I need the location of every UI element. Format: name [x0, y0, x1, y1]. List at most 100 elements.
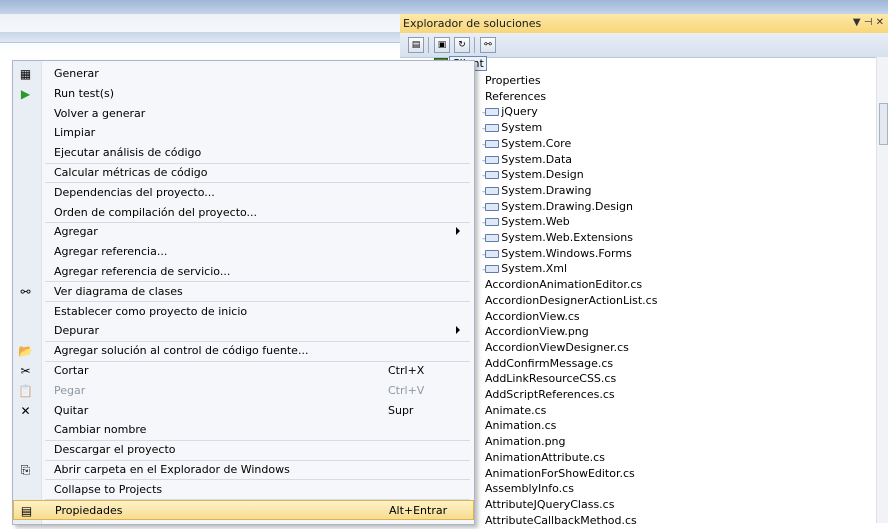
tree-item[interactable]: AssemblyInfo.cs [485, 481, 574, 497]
open-folder-icon: ⎘ [20, 463, 31, 477]
tree-item-label: jQuery [501, 105, 538, 119]
menu-item-pegar[interactable]: 📋 Pegar Ctrl+V [13, 381, 474, 401]
assembly-icon [485, 155, 500, 164]
assembly-icon [485, 265, 500, 274]
menu-item-quitar[interactable]: ✕ Quitar Supr [13, 401, 474, 421]
menu-item-label: Depurar [54, 324, 99, 338]
menu-item-ver-diagrama-de-clases[interactable]: ⚯ Ver diagrama de clases [13, 282, 474, 302]
tree-item-label: System.Xml [501, 262, 568, 276]
class-diagram-toolbar-icon[interactable]: ⚯ [480, 37, 496, 53]
tree-item-label: AttributeCallbackMethod.cs [485, 513, 637, 527]
menu-item-label: Agregar referencia... [54, 245, 168, 259]
tree-item-label: System.Windows.Forms [501, 246, 632, 260]
refresh-icon[interactable]: ↻ [454, 37, 470, 53]
reference-node[interactable]: - System.Drawing [482, 183, 592, 199]
tree-item[interactable]: AccordionView.cs [485, 309, 580, 325]
assembly-icon [485, 108, 500, 117]
tree-item[interactable]: AddLinkResourceCSS.cs [485, 371, 616, 387]
project-context-menu: ▦ Generar ▶ Run test(s) Volver a generar Limp… [12, 60, 475, 525]
editor-tab-strip [0, 32, 400, 43]
tree-item-label: AddConfirmMessage.cs [485, 356, 614, 370]
tree-item[interactable]: References [485, 89, 546, 105]
scrollbar-thumb[interactable] [879, 103, 888, 145]
tree-item-label: System.Data [501, 152, 573, 166]
reference-node[interactable]: - System.Data [482, 152, 572, 168]
class-diagram-icon: ⚯ [20, 284, 31, 299]
tree-item[interactable]: AccordionViewDesigner.cs [485, 340, 629, 356]
tree-vertical-scrollbar[interactable] [876, 57, 888, 523]
reference-node[interactable]: - System.Drawing.Design [482, 199, 633, 215]
menu-item-calcular-metricas-de-codigo[interactable]: Calcular métricas de código [13, 163, 474, 183]
run-test-icon: ▶ [20, 86, 31, 101]
menu-item-abrir-carpeta-en-el-explorador-de-windows[interactable]: ⎘ Abrir carpeta en el Explorador de Windo… [13, 460, 474, 480]
tree-item[interactable]: Animation.png [485, 434, 566, 450]
menu-item-volver-a-generar[interactable]: Volver a generar [13, 104, 474, 124]
menu-item-agregar-solucion-al-control-de-codigo-fuente[interactable]: 📂 Agregar solución al control de código f… [13, 341, 474, 361]
menu-item-run-test-s[interactable]: ▶ Run test(s) [13, 84, 474, 104]
menu-item-agregar-referencia-de-servicio[interactable]: Agregar referencia de servicio... [13, 262, 474, 282]
menu-item-label: Dependencias del proyecto... [54, 185, 215, 199]
reference-node[interactable]: - System.Web [482, 214, 570, 230]
tree-item[interactable]: AddScriptReferences.cs [485, 387, 615, 403]
cut-icon: ✂ [20, 364, 31, 378]
assembly-icon [485, 218, 500, 227]
assembly-icon [485, 171, 500, 180]
menu-item-label: Run test(s) [54, 86, 115, 100]
menu-item-label: Agregar solución al control de código fu… [54, 344, 309, 358]
reference-node[interactable]: - System [482, 120, 542, 136]
menu-item-label: Ejecutar análisis de código [54, 146, 202, 160]
tree-item[interactable]: AnimationForShowEditor.cs [485, 466, 635, 482]
submenu-arrow-icon [456, 326, 460, 335]
reference-node[interactable]: - System.Design [482, 167, 584, 183]
assembly-icon [485, 124, 500, 133]
menu-item-establecer-como-proyecto-de-inicio[interactable]: Establecer como proyecto de inicio [13, 302, 474, 322]
menu-item-orden-de-compilacion-del-proyecto[interactable]: Orden de compilación del proyecto... [13, 203, 474, 223]
menu-item-agregar-referencia[interactable]: Agregar referencia... [13, 242, 474, 262]
tree-item[interactable]: AddConfirmMessage.cs [485, 356, 613, 372]
menu-item-label: Quitar [54, 403, 89, 417]
menu-item-collapse-to-projects[interactable]: Collapse to Projects [13, 480, 474, 500]
reference-node[interactable]: - System.Windows.Forms [482, 246, 632, 262]
tree-item[interactable]: Animation.cs [485, 418, 556, 434]
menu-item-depurar[interactable]: Depurar [13, 321, 474, 341]
reference-node[interactable]: - System.Core [482, 136, 571, 152]
window-controls[interactable]: ▼ ⊣ ✕ [853, 17, 884, 28]
tree-item-label: Animation.png [485, 435, 566, 449]
tree-item[interactable]: Animate.cs [485, 403, 546, 419]
assembly-icon [485, 249, 500, 258]
menu-item-label: Agregar [54, 225, 98, 239]
menu-item-propiedades[interactable]: ▤ Propiedades Alt+Entrar [13, 499, 474, 520]
menu-item-descargar-el-proyecto[interactable]: Descargar el proyecto [13, 440, 474, 460]
tree-item[interactable]: Properties [485, 73, 541, 89]
menu-item-label: Descargar el proyecto [54, 443, 176, 457]
menu-item-label: Cortar [54, 364, 89, 377]
menu-item-label: Cambiar nombre [54, 423, 147, 437]
show-all-files-icon[interactable]: ▣ [434, 37, 450, 53]
tree-item[interactable]: AttributeCallbackMethod.cs [485, 513, 637, 529]
tree-item-label: System.Drawing [501, 183, 592, 197]
menu-item-label: Generar [54, 67, 99, 80]
menu-item-cambiar-nombre[interactable]: Cambiar nombre [13, 420, 474, 440]
tree-item[interactable]: AttributeJQueryClass.cs [485, 497, 614, 513]
reference-node[interactable]: - jQuery [482, 104, 538, 120]
menu-item-ejecutar-analisis-de-codigo[interactable]: Ejecutar análisis de código [13, 143, 474, 163]
menu-item-cortar[interactable]: ✂ Cortar Ctrl+X [13, 361, 474, 381]
menu-item-label: Establecer como proyecto de inicio [54, 304, 248, 318]
menu-item-agregar[interactable]: Agregar [13, 222, 474, 242]
tree-item-label: AssemblyInfo.cs [485, 482, 574, 496]
tree-item[interactable]: AnimationAttribute.cs [485, 450, 605, 466]
reference-node[interactable]: - System.Web.Extensions [482, 230, 633, 246]
tree-item[interactable]: AccordionDesignerActionList.cs [485, 293, 657, 309]
properties-toolbar-icon[interactable]: ▤ [408, 37, 424, 53]
reference-node[interactable]: - System.Xml [482, 261, 567, 277]
assembly-icon [485, 234, 500, 242]
tree-item-label: AccordionView.cs [485, 309, 580, 323]
menu-item-dependencias-del-proyecto[interactable]: Dependencias del proyecto... [13, 183, 474, 203]
delete-icon: ✕ [20, 403, 31, 418]
tree-item-label: System [501, 121, 543, 135]
menu-item-limpiar[interactable]: Limpiar [13, 123, 474, 143]
tree-item[interactable]: AccordionAnimationEditor.cs [485, 277, 642, 293]
tree-item[interactable]: AccordionView.png [485, 324, 589, 340]
menu-item-generar[interactable]: ▦ Generar [13, 64, 474, 84]
paste-icon: 📋 [18, 383, 33, 398]
